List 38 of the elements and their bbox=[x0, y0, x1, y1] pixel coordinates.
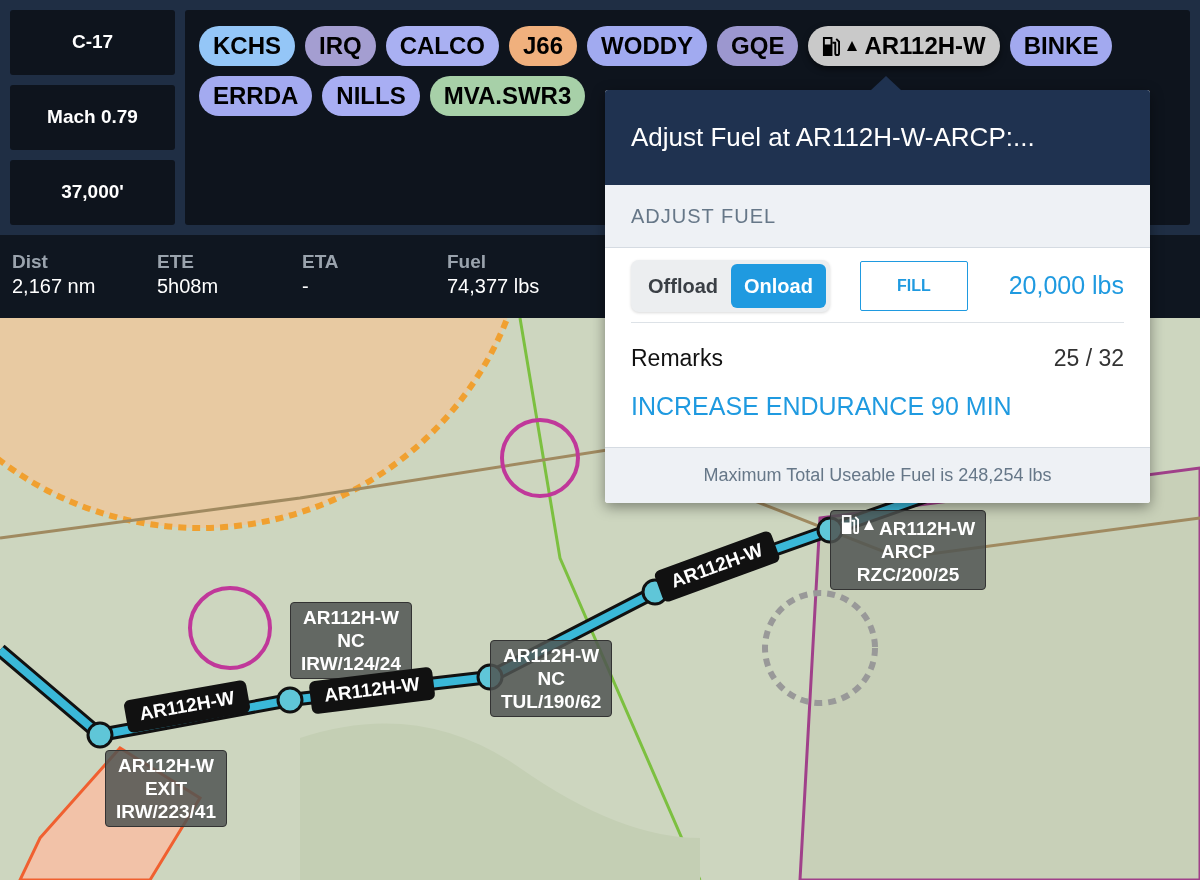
route-waypoint-chip[interactable]: J66 bbox=[509, 26, 578, 66]
remarks-label: Remarks bbox=[631, 344, 723, 373]
stat-value: 74,377 lbs bbox=[447, 274, 541, 299]
route-waypoint-chip[interactable]: MVA.SWR3 bbox=[429, 76, 586, 116]
popover-title: Adjust Fuel at AR112H-W-ARCP:... bbox=[605, 90, 1150, 185]
stat-label: ETE bbox=[157, 251, 195, 273]
fuel-pump-icon bbox=[822, 35, 841, 57]
fuel-amount: 20,000 lbs bbox=[1008, 270, 1124, 302]
stat-value: 2,167 nm bbox=[12, 274, 97, 299]
stat-label: Fuel bbox=[447, 251, 488, 273]
route-waypoint-marker[interactable] bbox=[86, 721, 114, 749]
route-waypoint-chip[interactable]: NILLS bbox=[322, 76, 420, 116]
triangle-icon bbox=[863, 518, 875, 531]
section-header: ADJUST FUEL bbox=[605, 185, 1150, 248]
profile-field: Mach 0.79 bbox=[10, 85, 175, 150]
waypoint-callout: AR112H-W EXIT IRW/223/41 bbox=[105, 750, 227, 827]
waypoint-callout: AR112H-W NC TUL/190/62 bbox=[490, 640, 613, 717]
route-waypoint-chip[interactable]: ERRDA bbox=[199, 76, 313, 116]
waypoint-callout: AR112H-W ARCP RZC/200/25 bbox=[830, 510, 987, 590]
profile-field: C-17 bbox=[10, 10, 175, 75]
route-waypoint-chip[interactable]: IRQ bbox=[305, 26, 376, 66]
mode-option[interactable]: Offload bbox=[635, 264, 731, 308]
route-waypoint-chip[interactable]: WODDY bbox=[587, 26, 708, 66]
route-waypoint-marker[interactable] bbox=[276, 686, 304, 714]
route-waypoint-chip[interactable]: CALCO bbox=[385, 26, 499, 66]
stat-label: Dist bbox=[12, 251, 49, 273]
route-waypoint-chip[interactable]: GQE bbox=[717, 26, 799, 66]
route-waypoint-chip[interactable]: KCHS bbox=[199, 26, 295, 66]
stat-label: ETA bbox=[302, 251, 340, 273]
route-waypoint-chip[interactable]: BINKE bbox=[1009, 26, 1113, 66]
route-waypoint-chip[interactable]: AR112H-W bbox=[808, 26, 1000, 66]
character-count: 25 / 32 bbox=[1053, 344, 1124, 373]
footer-note: Maximum Total Useable Fuel is 248,254 lbs bbox=[605, 447, 1150, 503]
triangle-icon bbox=[846, 40, 859, 52]
stat-value: - bbox=[302, 274, 310, 299]
waypoint-callout: AR112H-W NC IRW/124/24 bbox=[290, 602, 412, 679]
stat-value: 5h08m bbox=[157, 274, 220, 299]
profile-field: 37,000' bbox=[10, 160, 175, 225]
